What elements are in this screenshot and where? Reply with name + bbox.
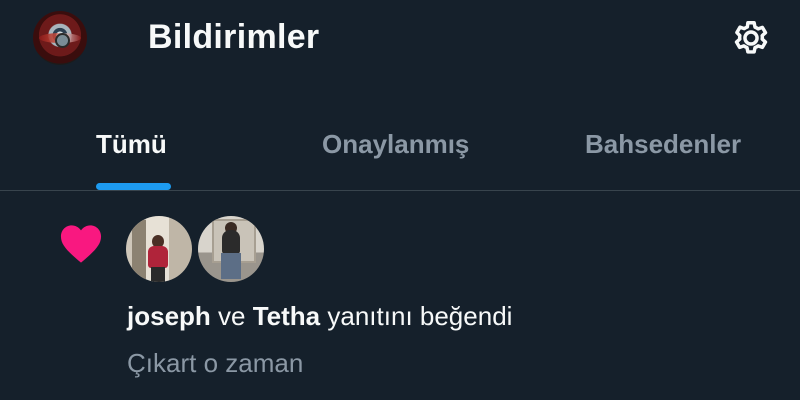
header: Bildirimler <box>0 0 800 80</box>
page-title: Bildirimler <box>148 18 320 56</box>
user-name-link[interactable]: Tetha <box>253 301 320 331</box>
action-text: yanıtını beğendi <box>327 301 513 331</box>
user-name-link[interactable]: joseph <box>127 301 211 331</box>
avatar-figure-legs <box>151 267 165 282</box>
avatar-figure-body <box>222 230 240 254</box>
notifications-screen: Bildirimler Tümü Onaylanmış Bahsedenler <box>0 0 800 400</box>
tab-all[interactable]: Tümü <box>96 129 167 160</box>
profile-avatar[interactable] <box>33 11 87 65</box>
tab-mentions[interactable]: Bahsedenler <box>585 129 741 160</box>
connector-text: ve <box>218 301 246 331</box>
gear-icon <box>734 21 768 54</box>
tab-verified[interactable]: Onaylanmış <box>322 129 469 160</box>
user-avatar-joseph[interactable] <box>126 216 192 282</box>
tab-bar: Tümü Onaylanmış Bahsedenler <box>0 110 800 190</box>
user-avatar-tetha[interactable] <box>198 216 264 282</box>
settings-button[interactable] <box>729 16 773 60</box>
notification-text: joseph ve Tetha yanıtını beğendi <box>127 301 512 332</box>
notification-item[interactable]: joseph ve Tetha yanıtını beğendi Çıkart … <box>0 191 800 400</box>
avatar-figure-body <box>148 246 168 268</box>
heart-icon <box>60 225 102 263</box>
quoted-reply-text: Çıkart o zaman <box>127 348 304 378</box>
active-tab-indicator <box>96 183 171 190</box>
avatar-pupil <box>55 33 70 48</box>
avatar-figure-legs <box>221 253 241 279</box>
avatar-background <box>132 220 146 280</box>
